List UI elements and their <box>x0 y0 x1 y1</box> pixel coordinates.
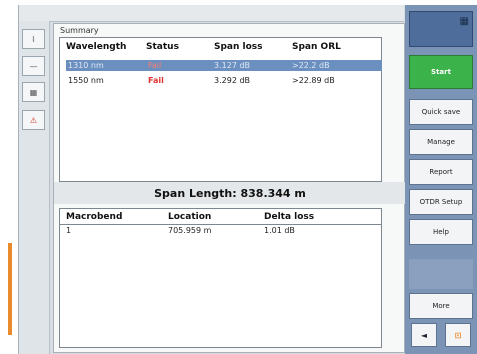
header-divider <box>60 224 381 225</box>
status-panel: ▦ <box>409 11 473 47</box>
more-button[interactable]: More <box>409 293 473 319</box>
top-bar <box>19 5 404 22</box>
col-location: Location <box>168 212 212 222</box>
row2-wavelength[interactable]: 1550 nm <box>68 76 104 85</box>
row2-status: Fail <box>148 76 164 85</box>
row2-span-orl: >22.89 dB <box>292 76 335 85</box>
row2-span-loss: 3.292 dB <box>214 76 251 85</box>
start-button[interactable]: Start <box>409 55 473 89</box>
help-button[interactable]: Help <box>409 219 473 245</box>
alert-icon[interactable]: ⚠ <box>22 110 45 130</box>
col-delta-loss: Delta loss <box>264 212 315 222</box>
event-row-location: 705.959 m <box>168 226 212 235</box>
row1-span-loss: 3.127 dB <box>214 61 251 70</box>
right-sidebar: ▦ Start Quick save Manage Report OTDR Se… <box>405 5 477 354</box>
manage-button[interactable]: Manage <box>409 129 473 155</box>
fiber-icon[interactable]: — <box>22 56 45 76</box>
row1-status: Fail <box>148 61 162 70</box>
events-table: Macrobend Location Delta loss 1 705.959 … <box>59 208 382 348</box>
screenshot-frame: ⌇ — ▦ ⚠ Summary Wavelength Status Span l… <box>0 0 477 354</box>
left-toolbar: ⌇ — ▦ ⚠ <box>19 21 50 354</box>
row1-span-orl: >22.2 dB <box>292 61 330 70</box>
span-length-label: Span Length: 838.344 m <box>54 182 406 204</box>
trace-glyph: ⌇ <box>31 34 36 44</box>
col-macrobend: Macrobend <box>66 212 123 222</box>
report-button[interactable]: Report <box>409 159 473 185</box>
fiber-glyph: — <box>29 61 38 71</box>
col-status: Status <box>146 42 179 52</box>
row1-wavelength: 1310 nm <box>68 61 104 70</box>
results-table: Wavelength Status Span loss Span ORL 131… <box>59 37 382 182</box>
device-window: ⌇ — ▦ ⚠ Summary Wavelength Status Span l… <box>18 5 477 354</box>
table-icon[interactable]: ▦ <box>22 82 45 102</box>
quick-save-button[interactable]: Quick save <box>409 99 473 125</box>
event-row-delta-loss: 1.01 dB <box>264 226 295 235</box>
col-wavelength: Wavelength <box>66 42 127 52</box>
sidebar-spacer <box>409 259 473 289</box>
device-icon: ▦ <box>459 16 469 27</box>
table-glyph: ▦ <box>29 87 38 97</box>
otdr-setup-button[interactable]: OTDR Setup <box>409 189 473 215</box>
trace-icon[interactable]: ⌇ <box>22 29 45 49</box>
main-content: Summary Wavelength Status Span loss Span… <box>53 23 406 353</box>
col-span-orl: Span ORL <box>292 42 341 52</box>
summary-label: Summary <box>60 26 99 35</box>
capture-icon[interactable]: ⊡ <box>445 323 471 347</box>
accent-edge <box>8 243 12 335</box>
event-row-macrobend[interactable]: 1 <box>66 226 71 235</box>
alert-glyph: ⚠ <box>29 115 38 125</box>
col-span-loss: Span loss <box>214 42 263 52</box>
back-icon[interactable]: ◄ <box>411 323 437 347</box>
